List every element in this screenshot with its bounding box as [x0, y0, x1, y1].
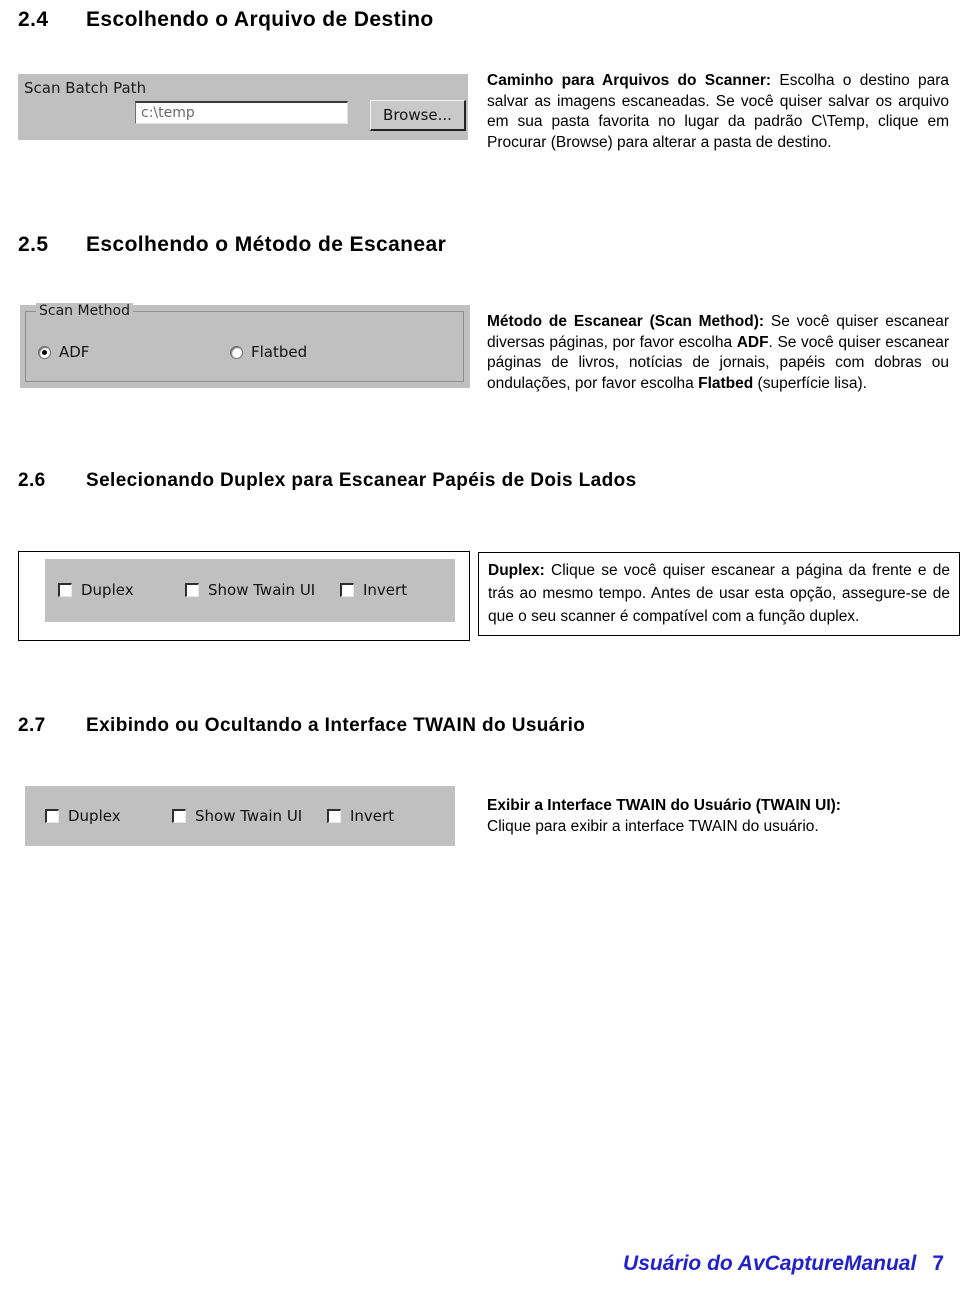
radio-option-flatbed[interactable]: Flatbed	[230, 343, 307, 361]
duplex-options-panel-2: Duplex Show Twain UI Invert	[18, 784, 470, 854]
heading-2-5: 2.5 Escolhendo o Método de Escanear	[18, 233, 446, 257]
description-scan-method-body-3: (superfície lisa).	[753, 374, 867, 392]
description-scan-batch-term: Caminho para Arquivos do Scanner:	[487, 72, 772, 89]
description-duplex: Duplex: Clique se você quiser escanear a…	[478, 552, 960, 636]
description-scan-method-emph-adf: ADF	[736, 333, 769, 351]
heading-2-5-number: 2.5	[18, 233, 49, 256]
description-scan-method: Método de Escanear (Scan Method): Se voc…	[487, 312, 949, 394]
checkbox-show-twain-ui-icon-2[interactable]	[172, 809, 186, 823]
page-footer: Usuário do AvCaptureManual 7	[623, 1252, 944, 1276]
checkbox-option-show-twain-ui-2[interactable]: Show Twain UI	[172, 807, 302, 825]
heading-2-4-number: 2.4	[18, 8, 49, 31]
checkbox-option-invert-1[interactable]: Invert	[340, 581, 407, 599]
heading-2-6-number: 2.6	[18, 470, 46, 491]
checkbox-show-twain-ui-icon-1[interactable]	[185, 583, 199, 597]
heading-2-7-number: 2.7	[18, 715, 46, 736]
checkbox-duplex-icon-1[interactable]	[58, 583, 72, 597]
heading-2-6-title: Selecionando Duplex para Escanear Papéis…	[86, 470, 637, 491]
radio-adf-icon[interactable]	[38, 345, 51, 359]
radio-flatbed-icon[interactable]	[230, 345, 243, 359]
checkbox-option-invert-2[interactable]: Invert	[327, 807, 394, 825]
description-duplex-term: Duplex:	[488, 562, 545, 579]
description-duplex-inner: Duplex: Clique se você quiser escanear a…	[488, 559, 950, 628]
checkbox-option-show-twain-ui-1[interactable]: Show Twain UI	[185, 581, 315, 599]
heading-2-5-title: Escolhendo o Método de Escanear	[86, 233, 447, 256]
checkbox-show-twain-ui-label-1: Show Twain UI	[208, 581, 316, 599]
checkbox-duplex-label-2: Duplex	[68, 807, 121, 825]
description-duplex-body: Clique se você quiser escanear a página …	[488, 562, 950, 625]
checkbox-show-twain-ui-label-2: Show Twain UI	[195, 807, 303, 825]
description-scan-method-term: Método de Escanear (Scan Method):	[487, 313, 765, 330]
scan-batch-path-panel: Scan Batch Path c:\temp Browse...	[18, 74, 468, 140]
checkbox-option-duplex-1[interactable]: Duplex	[58, 581, 134, 599]
scan-method-groupbox-title: Scan Method	[36, 303, 133, 319]
checkbox-duplex-label-1: Duplex	[81, 581, 134, 599]
scan-method-panel: Scan Method ADF Flatbed	[20, 303, 470, 388]
description-scan-batch: Caminho para Arquivos do Scanner: Escolh…	[487, 71, 949, 153]
checkbox-invert-label-2: Invert	[350, 807, 395, 825]
radio-option-adf[interactable]: ADF	[38, 343, 89, 361]
scan-batch-path-label: Scan Batch Path	[24, 79, 147, 97]
checkbox-duplex-icon-2[interactable]	[45, 809, 59, 823]
scan-batch-path-value: c:\temp	[141, 105, 195, 121]
duplex-options-bar-1: Duplex Show Twain UI Invert	[45, 559, 455, 622]
description-scan-method-emph-flatbed: Flatbed	[698, 374, 754, 392]
checkbox-invert-icon-2[interactable]	[327, 809, 341, 823]
footer-page-number: 7	[932, 1252, 944, 1275]
description-twain-ui-body: Clique para exibir a interface TWAIN do …	[487, 818, 819, 835]
scan-method-groupbox: Scan Method ADF Flatbed	[25, 303, 464, 382]
radio-adf-label: ADF	[59, 343, 90, 361]
duplex-options-bar-2: Duplex Show Twain UI Invert	[25, 786, 455, 846]
description-twain-ui-term: Exibir a Interface TWAIN do Usuário (TWA…	[487, 797, 841, 814]
checkbox-option-duplex-2[interactable]: Duplex	[45, 807, 121, 825]
heading-2-6: 2.6 Selecionando Duplex para Escanear Pap…	[18, 470, 637, 492]
heading-2-7-title: Exibindo ou Ocultando a Interface TWAIN …	[86, 715, 586, 736]
footer-manual-title: Usuário do AvCaptureManual	[623, 1252, 917, 1275]
heading-2-4: 2.4 Escolhendo o Arquivo de Destino	[18, 8, 434, 32]
scan-batch-path-input[interactable]: c:\temp	[135, 101, 348, 124]
browse-button[interactable]: Browse...	[370, 100, 466, 131]
heading-2-7: 2.7 Exibindo ou Ocultando a Interface TWA…	[18, 715, 585, 737]
checkbox-invert-label-1: Invert	[363, 581, 408, 599]
checkbox-invert-icon-1[interactable]	[340, 583, 354, 597]
description-twain-ui: Exibir a Interface TWAIN do Usuário (TWA…	[487, 795, 957, 837]
document-page: 2.4 Escolhendo o Arquivo de Destino Scan …	[0, 0, 960, 1292]
duplex-options-panel-1: Duplex Show Twain UI Invert	[18, 551, 470, 641]
heading-2-4-title: Escolhendo o Arquivo de Destino	[86, 8, 434, 31]
radio-flatbed-label: Flatbed	[251, 343, 308, 361]
